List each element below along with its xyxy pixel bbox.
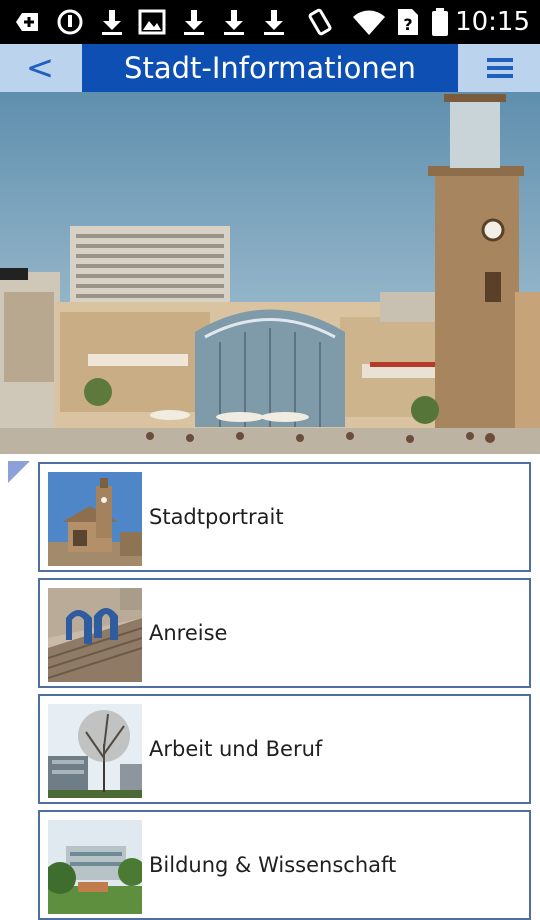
- page-title: Stadt-Informationen: [82, 44, 458, 92]
- wifi-icon: [352, 7, 386, 37]
- hamburger-menu-icon[interactable]: [460, 44, 540, 92]
- svg-text:?: ?: [403, 15, 412, 34]
- vibrate-icon: [306, 7, 334, 37]
- download-icon: [220, 7, 248, 37]
- download-icon: [98, 7, 126, 37]
- notification-plus-icon: [14, 7, 42, 37]
- battery-icon: [430, 7, 450, 37]
- list-item-label: Bildung & Wissenschaft: [149, 853, 397, 877]
- list-item-anreise[interactable]: Anreise: [38, 578, 531, 688]
- alarm-icon: [56, 7, 84, 37]
- image-icon: [138, 7, 166, 37]
- list-item-stadtportrait[interactable]: Stadtportrait: [38, 462, 531, 572]
- city-center-photo: [0, 92, 540, 454]
- download-icon: [260, 7, 288, 37]
- list-item-label: Arbeit und Beruf: [149, 737, 323, 761]
- list-item-label: Stadtportrait: [149, 505, 284, 529]
- list-item-arbeit-und-beruf[interactable]: Arbeit und Beruf: [38, 694, 531, 804]
- list-corner-marker: [8, 461, 30, 483]
- sim-unknown-icon: ?: [394, 7, 422, 37]
- app-bar: < Stadt-Informationen: [0, 44, 540, 92]
- status-time: 10:15: [455, 7, 530, 37]
- tree-building-photo: [48, 704, 142, 798]
- railway-sculpture-photo: [48, 588, 142, 682]
- list-item-label: Anreise: [149, 621, 228, 645]
- status-bar: ? 10:15: [0, 0, 540, 44]
- list-item-bildung-wissenschaft[interactable]: Bildung & Wissenschaft: [38, 810, 531, 920]
- back-button[interactable]: <: [0, 44, 80, 92]
- download-icon: [180, 7, 208, 37]
- train-station-photo: [48, 472, 142, 566]
